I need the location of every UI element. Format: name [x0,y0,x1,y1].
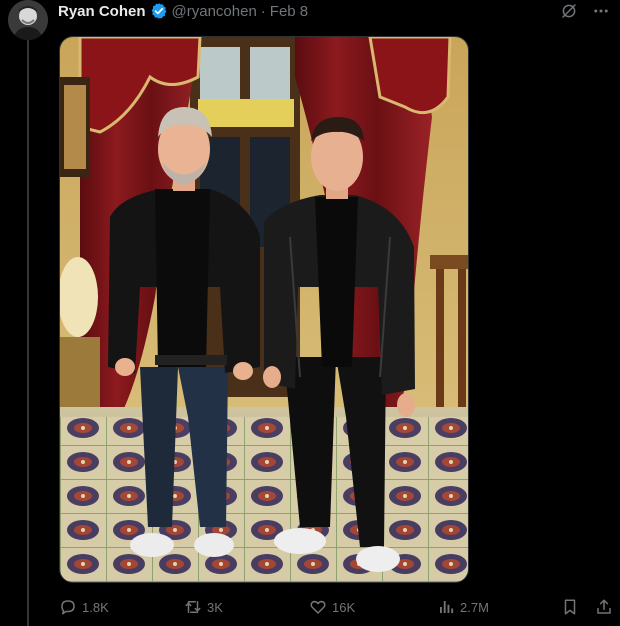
avatar[interactable] [8,0,48,40]
share-button[interactable] [595,598,613,616]
share-icon [597,599,611,614]
reply-count: 1.8K [82,599,109,615]
tweet-actions: 1.8K 3K 16K 2.7M [59,596,612,618]
views-icon [440,601,454,613]
grok-icon[interactable] [560,2,578,20]
bookmark-icon [564,599,576,615]
like-count: 16K [332,599,356,615]
like-button[interactable]: 16K [309,598,355,616]
tweet-photo[interactable] [59,36,469,583]
more-icon[interactable] [592,2,610,20]
retweet-button[interactable]: 3K [184,598,223,616]
views-button[interactable]: 2.7M [437,598,489,616]
tweet: Ryan Cohen @ryancohen · Feb 8 1.8K 3K 16… [0,0,620,626]
verified-badge-icon [150,2,168,20]
views-count: 2.7M [460,599,489,615]
bookmark-button[interactable] [561,598,579,616]
thread-line [27,40,29,626]
retweet-count: 3K [207,599,223,615]
retweet-icon [185,601,201,613]
reply-icon [61,600,75,615]
heart-icon [310,600,326,614]
reply-button[interactable]: 1.8K [59,598,109,616]
separator-dot: · [260,2,266,20]
display-name[interactable]: Ryan Cohen [58,3,146,20]
timestamp[interactable]: Feb 8 [270,3,308,20]
handle[interactable]: @ryancohen [172,3,257,20]
tweet-top-icons [560,0,610,22]
tweet-header: Ryan Cohen @ryancohen · Feb 8 [58,0,308,22]
